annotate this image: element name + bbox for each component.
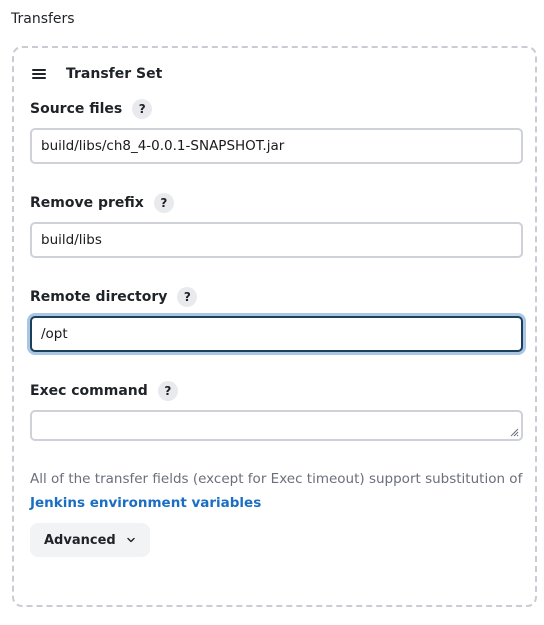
jenkins-env-variables-link[interactable]: Jenkins environment variables — [30, 495, 261, 511]
exec-command-field: Exec command ? — [30, 380, 523, 441]
remove-prefix-input[interactable]: build/libs — [30, 222, 523, 258]
substitution-info: All of the transfer fields (except for E… — [30, 467, 525, 515]
source-files-input[interactable]: build/libs/ch8_4-0.0.1-SNAPSHOT.jar — [30, 128, 523, 164]
exec-command-help-icon[interactable]: ? — [157, 381, 178, 401]
substitution-info-text: All of the transfer fields (except for E… — [30, 471, 523, 487]
remote-directory-input[interactable]: /opt — [30, 316, 523, 352]
transfer-set-panel: Transfer Set Source files ? build/libs/c… — [12, 46, 537, 607]
remote-directory-help-icon[interactable]: ? — [177, 287, 198, 307]
advanced-button-label: Advanced — [44, 532, 116, 548]
source-files-field: Source files ? build/libs/ch8_4-0.0.1-SN… — [30, 98, 523, 164]
source-files-label: Source files — [30, 101, 123, 117]
transfer-set-title: Transfer Set — [66, 66, 163, 82]
exec-command-textarea[interactable] — [30, 410, 523, 441]
remote-directory-label: Remote directory — [30, 289, 168, 305]
chevron-down-icon — [127, 537, 135, 543]
advanced-button[interactable]: Advanced — [30, 523, 150, 557]
section-title: Transfers — [11, 11, 75, 27]
drag-handle-icon[interactable] — [32, 69, 46, 79]
remote-directory-field: Remote directory ? /opt — [30, 286, 523, 352]
remove-prefix-field: Remove prefix ? build/libs — [30, 192, 523, 258]
exec-command-label: Exec command — [30, 383, 148, 399]
remove-prefix-label: Remove prefix — [30, 195, 144, 211]
transfer-set-header: Transfer Set — [32, 66, 162, 82]
resize-grip-icon[interactable] — [510, 428, 519, 437]
source-files-help-icon[interactable]: ? — [132, 99, 153, 119]
remove-prefix-help-icon[interactable]: ? — [153, 193, 174, 213]
